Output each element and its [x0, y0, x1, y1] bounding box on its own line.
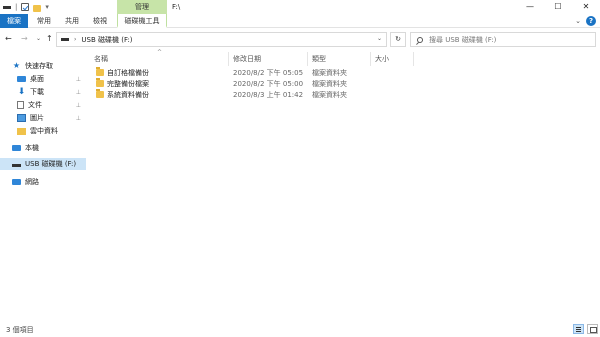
column-divider[interactable]: [307, 52, 308, 66]
file-name[interactable]: 自訂格檔備份: [107, 68, 149, 78]
customize-toolbar-icon[interactable]: ▾: [45, 3, 49, 11]
back-button[interactable]: ←: [5, 34, 12, 44]
sidebar-item-cloud-folder[interactable]: 雲中資料: [0, 125, 86, 137]
file-date: 2020/8/2 下午 05:05: [233, 69, 304, 77]
table-row[interactable]: 系統資料備份 2020/8/3 上午 01:42 檔案資料夾: [86, 89, 386, 100]
pin-icon[interactable]: ⊥: [76, 102, 81, 109]
sidebar-item-pictures[interactable]: 圖片 ⊥: [0, 112, 86, 124]
window-controls: — ☐ ✕: [516, 0, 600, 14]
refresh-button[interactable]: ↻: [390, 32, 406, 47]
sidebar-item-label: 桌面: [30, 75, 44, 83]
sort-ascending-icon: ^: [157, 49, 163, 56]
table-row[interactable]: 完整備份檔案 2020/8/2 下午 05:00 檔案資料夾: [86, 78, 386, 89]
column-header-type[interactable]: 類型: [312, 53, 326, 65]
file-type: 檔案資料夾: [312, 80, 347, 88]
sidebar-item-label: 圖片: [30, 114, 44, 122]
ribbon: 檔案 常用 共用 檢視 磁碟機工具 ⌄ ?: [0, 14, 600, 28]
tab-view[interactable]: 檢視: [88, 14, 112, 28]
pin-icon[interactable]: ⊥: [76, 89, 81, 96]
tab-file[interactable]: 檔案: [0, 14, 28, 28]
status-bar: 3 個項目: [0, 322, 600, 337]
tab-share[interactable]: 共用: [60, 14, 84, 28]
expand-ribbon-icon[interactable]: ⌄: [575, 17, 581, 25]
sidebar-item-label: 文件: [28, 101, 42, 109]
navigation-pane: ★ 快速存取 桌面 ⊥ ⬇ 下載 ⊥ 文件 ⊥ 圖片 ⊥ 雲中資料 本機 USB…: [0, 56, 86, 322]
sidebar-item-this-pc[interactable]: 本機: [0, 142, 86, 154]
usb-drive-icon: [12, 163, 21, 167]
table-row[interactable]: 自訂格檔備份 2020/8/2 下午 05:05 檔案資料夾: [86, 67, 386, 78]
sidebar-item-label: 下載: [30, 88, 44, 96]
up-button[interactable]: ↑: [46, 34, 53, 44]
tab-home[interactable]: 常用: [32, 14, 56, 28]
sidebar-item-label: USB 磁碟機 (F:): [25, 160, 77, 168]
tab-drive-tools[interactable]: 磁碟機工具: [117, 14, 167, 28]
quick-access-toolbar: | ▾: [3, 3, 49, 12]
manage-context-tab: 管理: [117, 0, 167, 14]
close-button[interactable]: ✕: [572, 0, 600, 14]
computer-icon: [12, 145, 21, 151]
file-name[interactable]: 完整備份檔案: [107, 79, 149, 89]
sidebar-item-label: 雲中資料: [30, 127, 58, 135]
title-bar: | ▾ 管理 F:\ — ☐ ✕: [0, 0, 600, 14]
new-folder-icon[interactable]: [33, 4, 42, 12]
recent-locations-button[interactable]: ⌄: [36, 34, 41, 44]
pictures-icon: [17, 114, 26, 122]
details-view-icon[interactable]: [573, 324, 584, 334]
file-date: 2020/8/3 上午 01:42: [233, 91, 304, 99]
drive-icon: [3, 3, 11, 11]
chevron-right-icon[interactable]: ›: [74, 36, 76, 43]
folder-icon: [96, 78, 104, 87]
document-icon: [17, 101, 24, 109]
item-count: 3 個項目: [6, 326, 34, 334]
maximize-button[interactable]: ☐: [544, 0, 572, 14]
column-header-name[interactable]: 名稱: [94, 53, 108, 65]
forward-button[interactable]: →: [21, 34, 28, 44]
sidebar-item-usb-drive[interactable]: USB 磁碟機 (F:): [0, 158, 86, 170]
sidebar-item-quick-access[interactable]: ★ 快速存取: [0, 60, 86, 72]
search-input[interactable]: 搜尋 USB 磁碟機 (F:): [429, 35, 496, 45]
folder-icon: [96, 89, 104, 98]
minimize-button[interactable]: —: [516, 0, 544, 14]
address-dropdown-button[interactable]: ⌄: [377, 35, 382, 42]
address-bar[interactable]: › USB 磁碟機 (F:) ⌄: [56, 32, 387, 47]
network-icon: [12, 179, 21, 185]
search-box[interactable]: 搜尋 USB 磁碟機 (F:): [410, 32, 596, 47]
properties-icon[interactable]: [21, 3, 30, 11]
column-divider[interactable]: [228, 52, 229, 66]
sidebar-item-label: 本機: [25, 144, 39, 152]
folder-icon: [96, 67, 104, 76]
file-date: 2020/8/2 下午 05:00: [233, 80, 304, 88]
download-icon: ⬇: [17, 87, 26, 97]
star-icon: ★: [12, 61, 21, 70]
breadcrumb[interactable]: USB 磁碟機 (F:): [81, 35, 132, 45]
sidebar-item-desktop[interactable]: 桌面 ⊥: [0, 73, 86, 85]
column-header-size[interactable]: 大小: [375, 53, 389, 65]
large-icons-view-icon[interactable]: [587, 324, 598, 334]
search-icon: [417, 36, 423, 43]
column-header-date[interactable]: 修改日期: [233, 53, 261, 65]
pin-icon[interactable]: ⊥: [76, 76, 81, 83]
folder-icon: [17, 127, 26, 135]
navigation-bar: ← → ⌄ ↑ › USB 磁碟機 (F:) ⌄ ↻ 搜尋 USB 磁碟機 (F…: [0, 30, 600, 48]
sidebar-item-network[interactable]: 網路: [0, 176, 86, 188]
column-divider[interactable]: [370, 52, 371, 66]
sidebar-item-label: 快速存取: [25, 62, 53, 70]
file-type: 檔案資料夾: [312, 69, 347, 77]
file-type: 檔案資料夾: [312, 91, 347, 99]
file-name[interactable]: 系統資料備份: [107, 90, 149, 100]
sidebar-item-label: 網路: [25, 178, 39, 186]
pin-icon[interactable]: ⊥: [76, 115, 81, 122]
sidebar-item-documents[interactable]: 文件 ⊥: [0, 99, 86, 111]
sidebar-item-downloads[interactable]: ⬇ 下載 ⊥: [0, 86, 86, 98]
column-divider[interactable]: [413, 52, 414, 66]
window-title: F:\: [172, 3, 181, 11]
drive-icon: [61, 38, 69, 41]
desktop-icon: [17, 76, 26, 82]
file-list: ^ 名稱 修改日期 類型 大小 自訂格檔備份 2020/8/2 下午 05:05…: [86, 48, 600, 322]
help-icon[interactable]: ?: [586, 16, 596, 26]
